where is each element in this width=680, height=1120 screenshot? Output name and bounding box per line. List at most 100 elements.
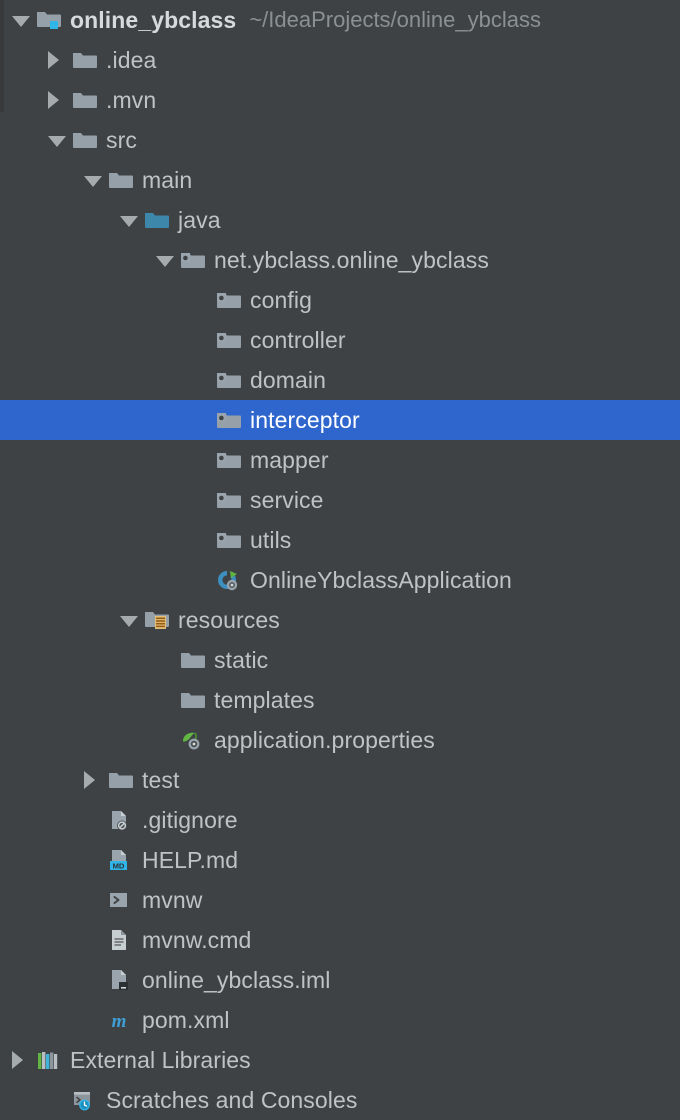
tree-node-label: External Libraries: [70, 1047, 251, 1073]
folder-icon: [70, 40, 100, 80]
chevron-down-icon[interactable]: [44, 120, 70, 160]
tree-toggle-placeholder: [152, 680, 178, 720]
tree-node-label: OnlineYbclassApplication: [250, 567, 512, 593]
tree-node-label: online_ybclass.iml: [142, 967, 331, 993]
tree-node-label: .mvn: [106, 87, 157, 113]
tree-row[interactable]: src: [0, 120, 680, 160]
tree-toggle-placeholder: [80, 960, 106, 1000]
tree-node-label: interceptor: [250, 407, 360, 433]
project-module-folder-icon: [34, 0, 64, 40]
project-path-label: ~/IdeaProjects/online_ybclass: [249, 7, 541, 32]
package-icon: [214, 320, 244, 360]
tree-row[interactable]: m pom.xml: [0, 1000, 680, 1040]
tree-row[interactable]: controller: [0, 320, 680, 360]
tree-row[interactable]: templates: [0, 680, 680, 720]
tree-toggle-placeholder: [188, 280, 214, 320]
folder-icon: [178, 640, 208, 680]
folder-icon: [106, 760, 136, 800]
package-icon: [178, 240, 208, 280]
folder-icon: [70, 120, 100, 160]
chevron-down-icon[interactable]: [152, 240, 178, 280]
tree-row[interactable]: interceptor: [0, 400, 680, 440]
tree-row[interactable]: service: [0, 480, 680, 520]
svg-text:MD: MD: [113, 861, 125, 870]
tree-node-label: src: [106, 127, 137, 153]
tree-row[interactable]: test: [0, 760, 680, 800]
svg-text:m: m: [112, 1011, 127, 1031]
chevron-right-icon[interactable]: [80, 760, 106, 800]
tree-row[interactable]: .gitignore: [0, 800, 680, 840]
tree-row[interactable]: OnlineYbclassApplication: [0, 560, 680, 600]
tree-row[interactable]: net.ybclass.online_ybclass: [0, 240, 680, 280]
tree-node-label: utils: [250, 527, 292, 553]
tree-node-label: .idea: [106, 47, 157, 73]
tree-node-label: controller: [250, 327, 346, 353]
tree-row[interactable]: Scratches and Consoles: [0, 1080, 680, 1120]
tree-row[interactable]: config: [0, 280, 680, 320]
tree-row[interactable]: mapper: [0, 440, 680, 480]
tree-toggle-placeholder: [152, 720, 178, 760]
tree-node-label: static: [214, 647, 269, 673]
gitignore-file-icon: [106, 800, 136, 840]
external-libraries-icon: [34, 1040, 64, 1080]
tree-row[interactable]: main: [0, 160, 680, 200]
tree-row[interactable]: mvnw.cmd: [0, 920, 680, 960]
tree-toggle-placeholder: [188, 360, 214, 400]
tree-toggle-placeholder: [80, 920, 106, 960]
tree-node-label: java: [178, 207, 221, 233]
tree-toggle-placeholder: [44, 1080, 70, 1120]
tree-row[interactable]: domain: [0, 360, 680, 400]
project-tree[interactable]: online_ybclass ~/IdeaProjects/online_ybcl…: [0, 0, 680, 1116]
tree-node-label: HELP.md: [142, 847, 239, 873]
tree-node-label: pom.xml: [142, 1007, 230, 1033]
folder-icon: [70, 80, 100, 120]
tree-node-label: main: [142, 167, 193, 193]
chevron-down-icon[interactable]: [8, 0, 34, 40]
chevron-right-icon[interactable]: [8, 1040, 34, 1080]
chevron-down-icon[interactable]: [116, 600, 142, 640]
tree-row[interactable]: application.properties: [0, 720, 680, 760]
tree-toggle-placeholder: [152, 640, 178, 680]
package-icon: [214, 520, 244, 560]
chevron-down-icon[interactable]: [116, 200, 142, 240]
tree-row[interactable]: static: [0, 640, 680, 680]
tree-row[interactable]: .idea: [0, 40, 680, 80]
chevron-right-icon[interactable]: [44, 80, 70, 120]
tree-toggle-placeholder: [188, 400, 214, 440]
tree-node-label: net.ybclass.online_ybclass: [214, 247, 489, 273]
tree-toggle-placeholder: [188, 440, 214, 480]
tree-row[interactable]: MD HELP.md: [0, 840, 680, 880]
tree-node-label: online_ybclass: [70, 7, 237, 33]
package-icon: [214, 360, 244, 400]
tree-row[interactable]: online_ybclass.iml: [0, 960, 680, 1000]
tree-node-label: service: [250, 487, 324, 513]
shell-script-icon: [106, 880, 136, 920]
tree-row[interactable]: mvnw: [0, 880, 680, 920]
tree-node-label: Scratches and Consoles: [106, 1087, 358, 1113]
folder-icon: [106, 160, 136, 200]
tree-node-label: resources: [178, 607, 280, 633]
tree-node-label: config: [250, 287, 312, 313]
tree-row[interactable]: resources: [0, 600, 680, 640]
tree-toggle-placeholder: [80, 1000, 106, 1040]
tree-node-label: mapper: [250, 447, 329, 473]
chevron-down-icon[interactable]: [80, 160, 106, 200]
markdown-file-icon: MD: [106, 840, 136, 880]
package-icon: [214, 400, 244, 440]
scratches-consoles-icon: [70, 1080, 100, 1120]
spring-properties-icon: [178, 720, 208, 760]
tree-node-label: application.properties: [214, 727, 435, 753]
tree-row[interactable]: online_ybclass ~/IdeaProjects/online_ybcl…: [0, 0, 680, 40]
package-icon: [214, 440, 244, 480]
tree-row[interactable]: utils: [0, 520, 680, 560]
maven-pom-icon: m: [106, 1000, 136, 1040]
tree-toggle-placeholder: [80, 800, 106, 840]
text-file-icon: [106, 920, 136, 960]
tree-toggle-placeholder: [188, 480, 214, 520]
chevron-right-icon[interactable]: [44, 40, 70, 80]
tree-toggle-placeholder: [80, 840, 106, 880]
tree-row[interactable]: External Libraries: [0, 1040, 680, 1080]
tree-row[interactable]: java: [0, 200, 680, 240]
tree-row[interactable]: .mvn: [0, 80, 680, 120]
tree-node-label: test: [142, 767, 180, 793]
